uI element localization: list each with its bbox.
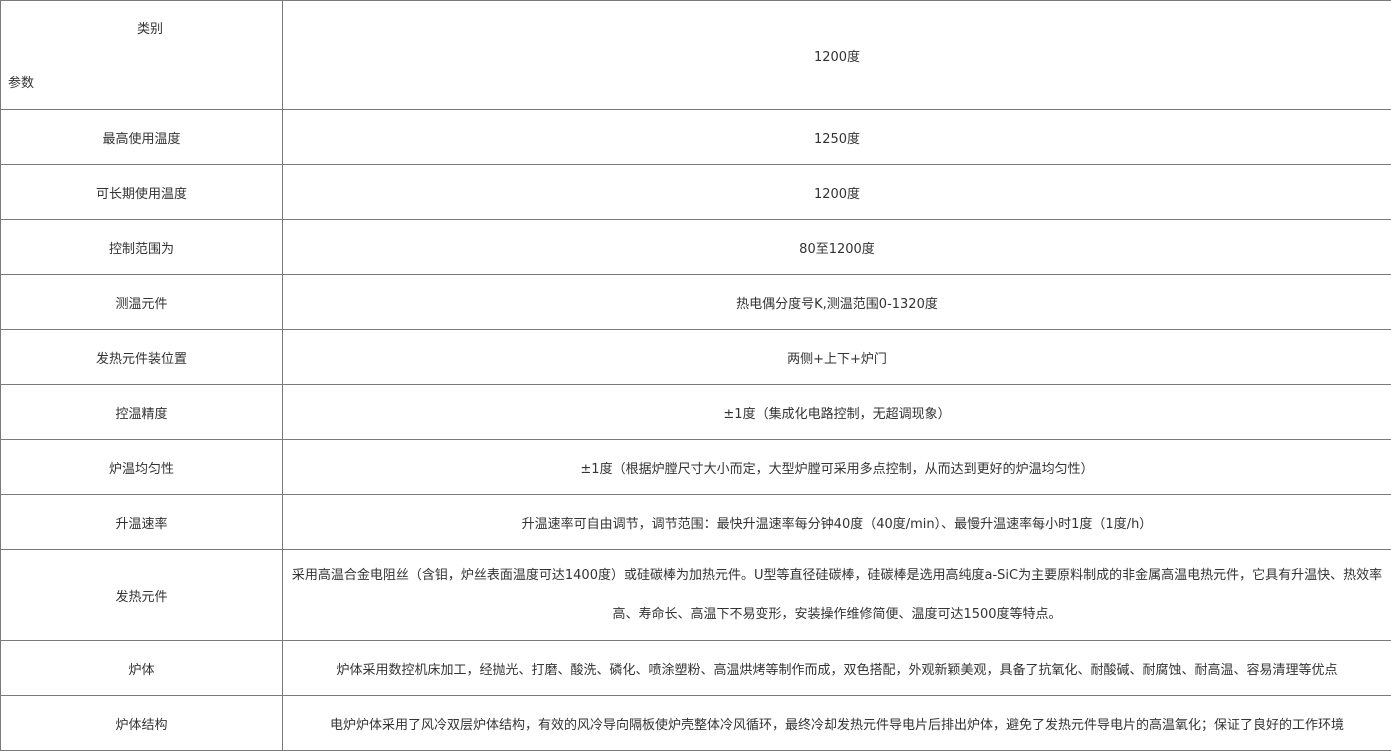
row-value: 热电偶分度号K,测温范围0-1320度 [282, 274, 1391, 330]
row-label: 可长期使用温度 [0, 164, 283, 220]
row-value: ±1度（集成化电路控制，无超调现象） [282, 384, 1391, 440]
table-header-row: 类别 参数 1200度 [0, 0, 1391, 110]
header-diagonal-cell: 类别 参数 [0, 0, 283, 110]
row-value: 采用高温合金电阻丝（含钼，炉丝表面温度可达1400度）或硅碳棒为加热元件。U型等… [282, 549, 1391, 641]
row-value: ±1度（根据炉膛尺寸大小而定，大型炉膛可采用多点控制，从而达到更好的炉温均匀性） [282, 439, 1391, 495]
row-label: 测温元件 [0, 274, 283, 330]
table-row: 炉温均匀性 ±1度（根据炉膛尺寸大小而定，大型炉膛可采用多点控制，从而达到更好的… [0, 439, 1391, 495]
row-label: 控温精度 [0, 384, 283, 440]
table-row: 发热元件 采用高温合金电阻丝（含钼，炉丝表面温度可达1400度）或硅碳棒为加热元… [0, 549, 1391, 641]
table-row: 炉体结构 电炉炉体采用了风冷双层炉体结构，有效的风冷导向隔板使炉壳整体冷风循环，… [0, 695, 1391, 751]
table-row: 可长期使用温度 1200度 [0, 164, 1391, 220]
param-label: 参数 [8, 76, 35, 91]
table-row: 测温元件 热电偶分度号K,测温范围0-1320度 [0, 274, 1391, 330]
row-label: 炉体结构 [0, 695, 283, 751]
category-label: 类别 [136, 22, 163, 37]
row-label: 炉体 [0, 640, 283, 696]
row-value: 升温速率可自由调节，调节范围：最快升温速率每分钟40度（40度/min）、最慢升… [282, 494, 1391, 550]
table-row: 发热元件装位置 两侧+上下+炉门 [0, 329, 1391, 385]
row-value: 1250度 [282, 109, 1391, 165]
row-label: 发热元件装位置 [0, 329, 283, 385]
row-value: 1200度 [282, 164, 1391, 220]
row-value: 电炉炉体采用了风冷双层炉体结构，有效的风冷导向隔板使炉壳整体冷风循环，最终冷却发… [282, 695, 1391, 751]
row-value: 80至1200度 [282, 219, 1391, 275]
table-row: 升温速率 升温速率可自由调节，调节范围：最快升温速率每分钟40度（40度/min… [0, 494, 1391, 550]
row-label: 升温速率 [0, 494, 283, 550]
row-label: 控制范围为 [0, 219, 283, 275]
table-row: 控制范围为 80至1200度 [0, 219, 1391, 275]
spec-table: 类别 参数 1200度 最高使用温度 1250度 可长期使用温度 1200度 控… [0, 0, 1391, 751]
table-row: 控温精度 ±1度（集成化电路控制，无超调现象） [0, 384, 1391, 440]
row-label: 最高使用温度 [0, 109, 283, 165]
row-label: 发热元件 [0, 549, 283, 641]
table-row: 炉体 炉体采用数控机床加工，经抛光、打磨、酸洗、磷化、喷涂塑粉、高温烘烤等制作而… [0, 640, 1391, 696]
row-value: 炉体采用数控机床加工，经抛光、打磨、酸洗、磷化、喷涂塑粉、高温烘烤等制作而成，双… [282, 640, 1391, 696]
row-label: 炉温均匀性 [0, 439, 283, 495]
row-value: 两侧+上下+炉门 [282, 329, 1391, 385]
header-value: 1200度 [282, 0, 1391, 110]
table-row: 最高使用温度 1250度 [0, 109, 1391, 165]
